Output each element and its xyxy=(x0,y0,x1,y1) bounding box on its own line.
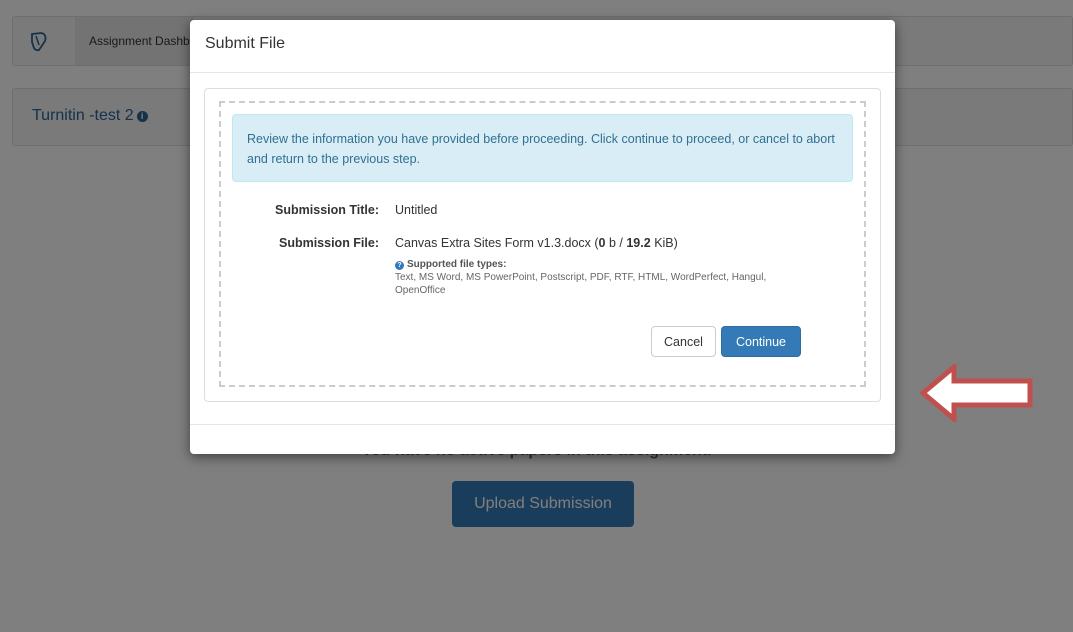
submission-title-value: Untitled xyxy=(395,203,438,217)
supported-heading-row: ? Supported file types: xyxy=(395,258,815,271)
supported-list: Text, MS Word, MS PowerPoint, Postscript… xyxy=(395,272,767,296)
supported-file-types: ? Supported file types: Text, MS Word, MS… xyxy=(395,258,815,297)
submit-file-modal: Submit File Review the information you h… xyxy=(190,20,895,454)
dropzone-area: Review the information you have provided… xyxy=(219,101,866,387)
modal-header: Submit File xyxy=(190,20,895,73)
submission-file-value: Canvas Extra Sites Form v1.3.docx (0 b /… xyxy=(395,236,678,250)
supported-heading: Supported file types: xyxy=(407,259,507,270)
cancel-button[interactable]: Cancel xyxy=(651,326,716,357)
modal-title: Submit File xyxy=(205,35,286,52)
file-progress-done: 0 xyxy=(598,236,606,250)
file-size: 19.2 xyxy=(626,236,651,250)
submission-title-label: Submission Title: xyxy=(275,203,379,217)
file-size-unit: KiB xyxy=(654,236,674,250)
question-circle-icon[interactable]: ? xyxy=(395,261,404,270)
continue-button[interactable]: Continue xyxy=(721,326,801,357)
file-name: Canvas Extra Sites Form v1.3.docx xyxy=(395,236,591,250)
submission-file-label: Submission File: xyxy=(278,236,379,250)
modal-footer-divider xyxy=(190,424,895,425)
modal-body: Review the information you have provided… xyxy=(204,88,881,402)
left-arrow-outline-icon xyxy=(920,364,1033,422)
file-progress-unit: b xyxy=(608,236,616,250)
info-alert: Review the information you have provided… xyxy=(232,114,853,182)
